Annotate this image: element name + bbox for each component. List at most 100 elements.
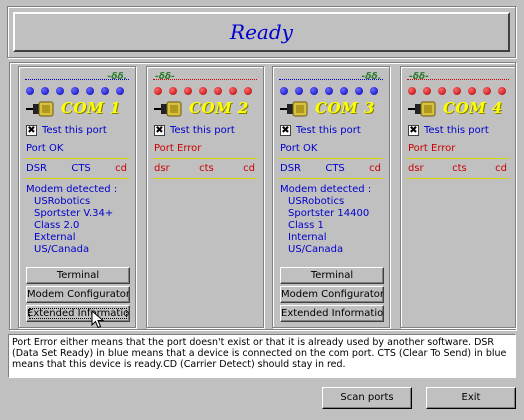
port-panel-com4: -δδ- COM 4 ✖ Test this port Port Error d… [400, 66, 516, 328]
serial-connector-icon [280, 101, 308, 117]
signal-labels: dsr cts cd [154, 163, 255, 174]
divider [279, 158, 383, 159]
modem-configurator-button[interactable]: Modem Configurator [280, 286, 384, 303]
led-indicator [370, 87, 378, 95]
signal-labels: DSR CTS cd [26, 163, 127, 174]
modem-line: USRobotics [34, 196, 91, 207]
modem-line: Sportster 14400 [288, 208, 370, 219]
led-row [154, 87, 252, 95]
modem-heading: Modem detected : [280, 184, 372, 195]
led-indicator [438, 87, 446, 95]
led-indicator [56, 87, 64, 95]
terminal-button[interactable]: Terminal [280, 267, 384, 284]
divider [407, 178, 509, 179]
checkbox-box[interactable]: ✖ [408, 125, 419, 136]
signal-labels: dsr cts cd [408, 163, 507, 174]
led-indicator [229, 87, 237, 95]
dsr-label: dsr [154, 163, 170, 174]
modem-info: Modem detected : USRobotics Sportster V.… [26, 184, 117, 256]
led-indicator [280, 87, 288, 95]
cts-label: CTS [71, 163, 91, 174]
serial-connector-icon [26, 101, 54, 117]
modem-line: Sportster V.34+ [34, 208, 114, 219]
scan-ports-button[interactable]: Scan ports [322, 387, 412, 409]
led-indicator [41, 87, 49, 95]
led-indicator [214, 87, 222, 95]
divider [153, 158, 257, 159]
handshake-icon: -δδ- [155, 72, 175, 82]
extended-information-button[interactable]: Extended Information [26, 305, 130, 322]
serial-connector-icon [408, 101, 436, 117]
terminal-button[interactable]: Terminal [26, 267, 130, 284]
checkbox-box[interactable]: ✖ [26, 125, 37, 136]
port-status: Port OK [26, 143, 64, 154]
led-indicator [483, 87, 491, 95]
led-indicator [199, 87, 207, 95]
status-title: Ready [230, 20, 293, 44]
com-port-label: COM 3 [315, 99, 375, 117]
divider [25, 178, 129, 179]
port-status: Port Error [154, 143, 202, 154]
handshake-icon: -δδ. [107, 72, 127, 82]
dsr-label: DSR [280, 163, 301, 174]
cd-label: cd [115, 163, 127, 174]
led-indicator [453, 87, 461, 95]
modem-configurator-button[interactable]: Modem Configurator [26, 286, 130, 303]
test-port-checkbox[interactable]: ✖ Test this port [408, 125, 489, 136]
cts-label: cts [452, 163, 467, 174]
info-text-box: Port Error either means that the port do… [8, 334, 516, 378]
led-indicator [116, 87, 124, 95]
extended-information-button[interactable]: Extended Information [280, 305, 384, 322]
led-indicator [184, 87, 192, 95]
signal-labels: DSR CTS cd [280, 163, 381, 174]
test-port-label: Test this port [296, 125, 361, 136]
divider [407, 158, 509, 159]
cts-label: cts [199, 163, 214, 174]
led-indicator [498, 87, 506, 95]
com-port-label: COM 4 [443, 99, 503, 117]
test-port-label: Test this port [170, 125, 235, 136]
test-port-label: Test this port [42, 125, 107, 136]
cd-label: cd [369, 163, 381, 174]
cd-label: cd [495, 163, 507, 174]
modem-line: Class 1 [288, 220, 324, 231]
test-port-checkbox[interactable]: ✖ Test this port [154, 125, 235, 136]
serial-connector-icon [154, 101, 182, 117]
modem-info: Modem detected : USRobotics Sportster 14… [280, 184, 371, 256]
led-indicator [295, 87, 303, 95]
led-indicator [154, 87, 162, 95]
test-port-checkbox[interactable]: ✖ Test this port [280, 125, 361, 136]
dsr-label: dsr [408, 163, 424, 174]
led-indicator [310, 87, 318, 95]
led-indicator [26, 87, 34, 95]
title-panel: Ready [13, 12, 510, 52]
led-indicator [408, 87, 416, 95]
com-port-label: COM 2 [189, 99, 249, 117]
led-indicator [325, 87, 333, 95]
cts-label: CTS [325, 163, 345, 174]
divider [25, 158, 129, 159]
port-panel-com3: -δδ. COM 3 ✖ Test this port Port OK DSR … [272, 66, 390, 328]
led-indicator [169, 87, 177, 95]
port-status: Port OK [280, 143, 318, 154]
checkbox-box[interactable]: ✖ [280, 125, 291, 136]
exit-button[interactable]: Exit [426, 387, 516, 409]
port-panel-com2: -δδ- COM 2 ✖ Test this port Port Error d… [146, 66, 264, 328]
cd-label: cd [243, 163, 255, 174]
mouse-cursor-icon [91, 310, 105, 329]
led-row [280, 87, 378, 95]
modem-line: USRobotics [288, 196, 345, 207]
test-port-checkbox[interactable]: ✖ Test this port [26, 125, 107, 136]
handshake-icon: -δδ. [361, 72, 381, 82]
led-indicator [86, 87, 94, 95]
modem-line: US/Canada [34, 244, 90, 255]
checkbox-box[interactable]: ✖ [154, 125, 165, 136]
led-row [26, 87, 124, 95]
led-row [408, 87, 506, 95]
led-indicator [423, 87, 431, 95]
divider [153, 178, 257, 179]
led-indicator [244, 87, 252, 95]
port-panel-com1: -δδ. COM 1 ✖ Test this port Port OK DSR … [18, 66, 136, 328]
test-port-label: Test this port [424, 125, 489, 136]
led-indicator [101, 87, 109, 95]
